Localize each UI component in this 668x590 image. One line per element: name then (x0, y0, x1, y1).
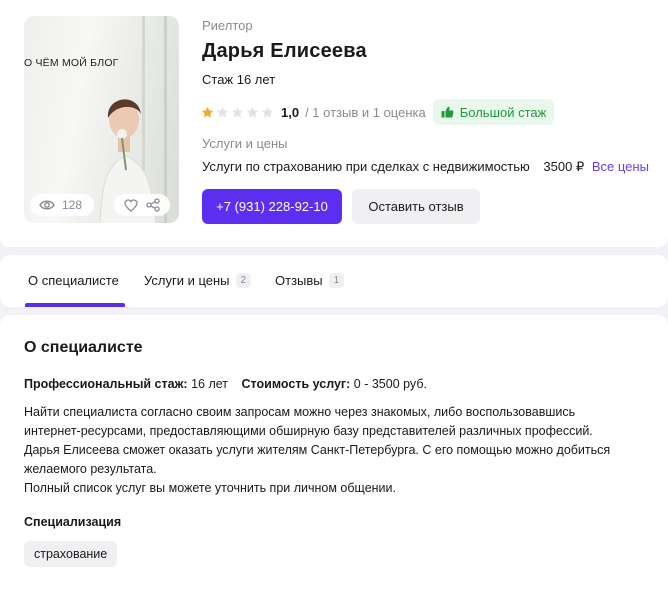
service-row: Услуги по страхованию при сделках с недв… (202, 159, 649, 175)
service-price: 3500 ₽ (543, 159, 585, 174)
cost-value: 0 - 3500 руб. (353, 377, 427, 391)
service-name: Услуги по страхованию при сделках с недв… (202, 159, 530, 174)
views-count: 128 (62, 198, 83, 212)
description: Найти специалиста согласно своим запроса… (24, 403, 634, 498)
rating-row: 1,0 / 1 отзыв и 1 оценка Большой стаж (201, 99, 555, 125)
reviews-summary[interactable]: / 1 отзыв и 1 оценка (305, 105, 426, 120)
tab-label: Отзывы (275, 273, 323, 288)
description-paragraph: Полный список услуг вы можете уточнить п… (24, 481, 396, 495)
specialist-name: Дарья Елисеева (202, 40, 367, 62)
tab-reviews[interactable]: Отзывы 1 (275, 273, 345, 288)
thumbs-up-icon (441, 106, 454, 118)
photo-caption: О ЧЁМ МОЙ БЛОГ (24, 57, 119, 69)
star-empty-icon (231, 106, 244, 118)
experience-badge-label: Большой стаж (459, 104, 547, 120)
specialist-role: Риелтор (202, 18, 253, 33)
description-paragraph: Дарья Елисеева сможет оказать услуги жит… (24, 443, 611, 476)
star-filled-icon (201, 106, 214, 118)
services-title: Услуги и цены (202, 136, 288, 151)
phone-button[interactable]: +7 (931) 228-92-10 (202, 189, 342, 224)
specialization-title: Специализация (24, 515, 122, 529)
rating-value: 1,0 (281, 104, 300, 120)
all-prices-link[interactable]: Все цены (592, 159, 649, 174)
active-tab-indicator (25, 303, 125, 307)
eye-icon (39, 200, 55, 210)
cost-label: Стоимость услуг: (241, 377, 351, 391)
tab-count: 2 (235, 273, 252, 288)
specialist-card: О ЧЁМ МОЙ БЛОГ 128 Риелтор Дарья Елисеев… (0, 0, 668, 247)
description-paragraph: Найти специалиста согласно своим запроса… (24, 405, 593, 438)
tab-label: Услуги и цены (144, 273, 230, 288)
experience-badge: Большой стаж (432, 99, 555, 125)
section-title: О специалисте (24, 339, 143, 356)
specialization-tag[interactable]: страхование (24, 541, 118, 567)
tabs-bar: О специалисте Услуги и цены 2 Отзывы 1 (0, 255, 668, 307)
photo-actions (114, 194, 170, 216)
specialist-photo[interactable]: О ЧЁМ МОЙ БЛОГ 128 (24, 16, 179, 223)
tab-label: О специалисте (28, 273, 119, 288)
tab-count: 1 (328, 273, 345, 288)
experience-label: Профессиональный стаж: (24, 377, 188, 391)
star-empty-icon (246, 106, 259, 118)
facts-row: Профессиональный стаж: 16 лет Стоимость … (24, 377, 427, 391)
star-empty-icon (261, 106, 274, 118)
star-empty-icon (216, 106, 229, 118)
heart-icon[interactable] (124, 198, 138, 212)
views-counter: 128 (30, 194, 94, 216)
tab-services[interactable]: Услуги и цены 2 (144, 273, 252, 288)
tab-about[interactable]: О специалисте (28, 273, 119, 288)
rating-stars (201, 106, 274, 119)
leave-review-button[interactable]: Оставить отзыв (352, 189, 480, 224)
experience-value: 16 лет (191, 377, 229, 391)
experience-text: Стаж 16 лет (202, 72, 276, 87)
about-section: О специалисте Профессиональный стаж: 16 … (0, 315, 668, 590)
share-icon[interactable] (146, 198, 160, 212)
